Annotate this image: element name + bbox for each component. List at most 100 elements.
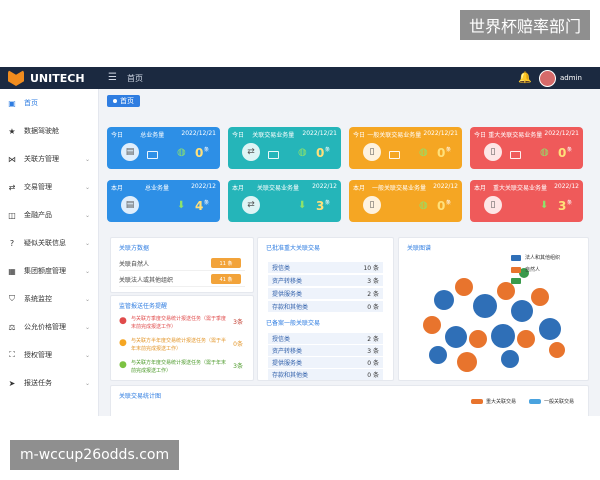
card-unit: 条 [567, 200, 573, 206]
stat-card-today-total[interactable]: 今日 总业务量 2022/12/21 ▤ ◍ 0 条 [107, 127, 220, 169]
stat-card-today-major[interactable]: 今日 重大关联交易业务量 2022/12/21 ▯ ◍ 0 条 [470, 127, 583, 169]
sidebar-item-group-limit[interactable]: ▦ 集团额度管理 ⌄ [0, 261, 98, 281]
graph-node[interactable] [434, 290, 454, 310]
approval-panel: 已批准重大关联交易 授信类 10 条 资产转移类 3 条 提供服务类 2 条 存款和其… [257, 237, 394, 381]
graph-node[interactable] [455, 278, 473, 296]
sidebar-item-authorization[interactable]: ⛶ 授权管理 ⌄ [0, 345, 98, 365]
graph-node[interactable] [511, 300, 533, 322]
table-row: 授信类 2 条 [268, 333, 383, 344]
legend-label: 一般关联交易 [544, 399, 575, 405]
sidebar-item-label: 系统监控 [24, 295, 52, 303]
sidebar-item-monitor[interactable]: ⛉ 系统监控 ⌄ [0, 289, 98, 309]
count-badge[interactable]: 41 条 [211, 274, 241, 284]
task-text: 与关联方年度交易统计报送任务（需于年末前完成报送工作） [131, 360, 227, 374]
stat-card-today-related[interactable]: 今日 关联交易业务量 2022/12/21 ⇄ ◍ 0 条 [228, 127, 341, 169]
sidebar-item-label: 数据驾驶舱 [24, 127, 59, 135]
graph-node[interactable] [549, 342, 565, 358]
bell-icon[interactable]: 🔔 [518, 71, 532, 84]
sidebar-item-cockpit[interactable]: ★ 数据驾驶舱 [0, 121, 98, 141]
sidebar-item-related-party[interactable]: ⋈ 关联方管理 ⌄ [0, 149, 98, 169]
stat-card-month-total[interactable]: 本月 总业务量 2022/12 ▤ ⬇ 4 条 [107, 180, 220, 222]
row-label: 提供服务类 [272, 360, 303, 367]
graph-node[interactable] [429, 346, 447, 364]
list-item: 关联法人或其他组织 41 条 [119, 272, 245, 287]
stat-card-month-general[interactable]: 本月 一般关联交易业务量 2022/12 ▯ ◍ 0 条 [349, 180, 462, 222]
row-label: 提供服务类 [272, 291, 303, 298]
row-value: 3 条 [367, 348, 379, 355]
app-name: UNITECH [30, 71, 85, 85]
graph-node[interactable] [473, 294, 497, 318]
screen-icon [147, 151, 158, 159]
sidebar-item-reporting[interactable]: ➤ 报送任务 ⌄ [0, 373, 98, 393]
sidebar-item-label: 授权管理 [24, 351, 52, 359]
exchange-icon: ⇄ [8, 182, 16, 192]
card-period: 本月 [353, 185, 366, 192]
row-label: 资产转移类 [272, 278, 303, 285]
stat-card-month-related[interactable]: 本月 关联交易业务量 2022/12 ⇄ ⬇ 3 条 [228, 180, 341, 222]
graph-node[interactable] [501, 350, 519, 368]
row-label: 存款和其他类 [272, 304, 309, 311]
card-value: 0 [437, 199, 446, 213]
card-title: 一般关联交易业务量 [367, 132, 422, 139]
legend-item: 一般关联交易 [529, 398, 574, 405]
row-value: 2 条 [367, 336, 379, 343]
row-value: 0 条 [367, 304, 379, 311]
monitor-icon: ▣ [8, 98, 16, 108]
transaction-stats-panel: 关联交易统计图 重大关联交易 一般关联交易 [110, 385, 589, 416]
graph-node[interactable] [469, 330, 487, 348]
tab-home[interactable]: 首页 [107, 95, 140, 107]
sidebar-item-fair-price[interactable]: ⚖ 公允价格管理 ⌄ [0, 317, 98, 337]
sidebar-item-home[interactable]: ▣ 首页 [0, 93, 98, 113]
card-unit: 条 [204, 200, 210, 206]
arrow-down-icon: ⬇ [540, 200, 549, 211]
graph-node[interactable] [491, 324, 515, 348]
building-icon: ▦ [8, 266, 16, 276]
card-value: 0 [195, 146, 204, 160]
breadcrumb[interactable]: 首页 [127, 73, 143, 84]
stat-card-month-major[interactable]: 本月 重大关联交易业务量 2022/12 ▯ ⬇ 3 条 [470, 180, 583, 222]
avatar[interactable] [539, 70, 556, 87]
status-globe-icon: ◍ [540, 147, 549, 158]
count-badge[interactable]: 11 条 [211, 258, 241, 268]
panel-title: 监管报送任务提醒 [119, 303, 168, 310]
card-period: 本月 [474, 185, 487, 192]
graph-node[interactable] [539, 318, 561, 340]
card-period: 今日 [474, 132, 487, 139]
chevron-down-icon: ⌄ [84, 155, 90, 163]
graph-node[interactable] [531, 288, 549, 306]
watermark-top: 世界杯赔率部门 [460, 10, 590, 40]
task-count: 3条 [233, 363, 243, 370]
username[interactable]: admin [560, 74, 582, 82]
card-value: 0 [437, 146, 446, 160]
row-label: 资产转移类 [272, 348, 303, 355]
card-unit: 条 [446, 200, 452, 206]
graph-node[interactable] [445, 326, 467, 348]
sidebar-item-label: 公允价格管理 [24, 323, 66, 331]
card-title: 关联交易业务量 [257, 185, 300, 192]
chevron-down-icon: ⌄ [84, 183, 90, 191]
list-item[interactable]: ● 与关联方年度交易统计报送任务（需于年末前完成报送工作） 3条 [119, 358, 245, 382]
screen-icon [510, 151, 521, 159]
graph-node[interactable] [517, 330, 535, 348]
card-period: 今日 [232, 132, 245, 139]
card-unit: 条 [325, 200, 331, 206]
card-value: 3 [316, 199, 325, 213]
sidebar: ▣ 首页 ★ 数据驾驶舱 ⋈ 关联方管理 ⌄ ⇄ 交易管理 ⌄ ◫ 金融产品 ⌄… [0, 89, 99, 416]
sidebar-item-transactions[interactable]: ⇄ 交易管理 ⌄ [0, 177, 98, 197]
layers-icon: ◫ [8, 210, 16, 220]
list-item[interactable]: ● 与关联方季度交易统计报送任务（需于季度末前完成报送工作） 3条 [119, 314, 245, 338]
stat-card-today-general[interactable]: 今日 一般关联交易业务量 2022/12/21 ▯ ◍ 0 条 [349, 127, 462, 169]
screen-icon [268, 151, 279, 159]
task-count: 3条 [233, 319, 243, 326]
graph-node[interactable] [423, 316, 441, 334]
card-value: 4 [195, 199, 204, 213]
sidebar-item-products[interactable]: ◫ 金融产品 ⌄ [0, 205, 98, 225]
list-item[interactable]: ● 与关联方半年度交易统计报送任务（需于半年末前完成报送工作） 0条 [119, 336, 245, 360]
sidebar-item-suspected[interactable]: ? 疑似关联信息 ⌄ [0, 233, 98, 253]
card-date: 2022/12 [433, 183, 458, 190]
graph-node[interactable] [457, 352, 477, 372]
legend-label: 自然人 [525, 267, 541, 273]
graph-node[interactable] [497, 282, 515, 300]
card-period: 本月 [111, 185, 124, 192]
menu-toggle-icon[interactable]: ☰ [108, 72, 117, 83]
